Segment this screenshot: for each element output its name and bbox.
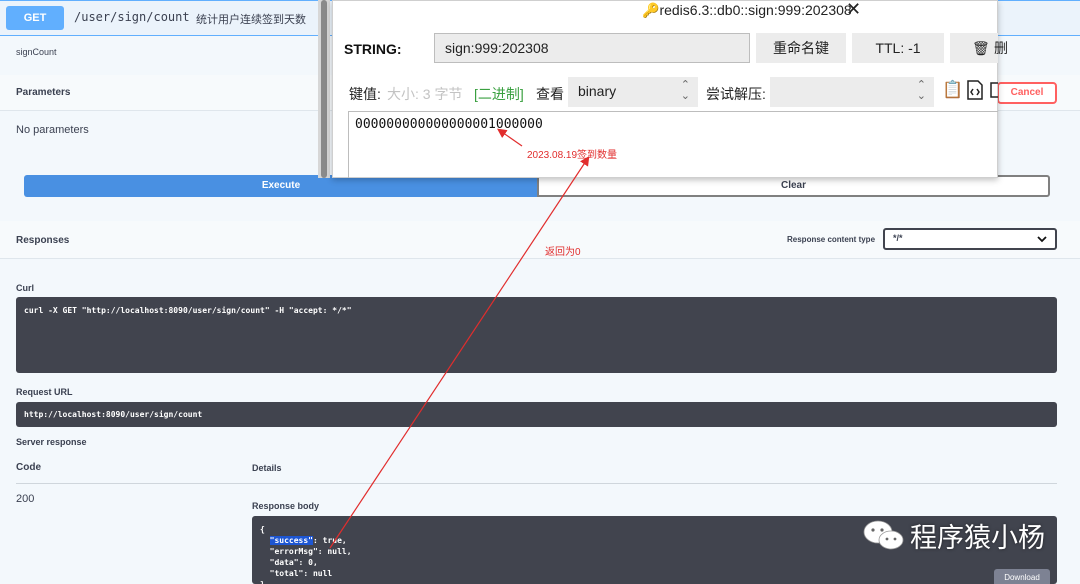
watermark-text: 程序猿小杨 (910, 523, 1045, 553)
wechat-icon (862, 519, 906, 558)
return-arrow (329, 155, 590, 549)
sign-count-annotation: 2023.08.19签到数量 (527, 150, 618, 161)
value-arrow (497, 128, 523, 147)
return-annotation: 返回为0 (545, 247, 581, 258)
annotation-arrows (329, 128, 590, 549)
